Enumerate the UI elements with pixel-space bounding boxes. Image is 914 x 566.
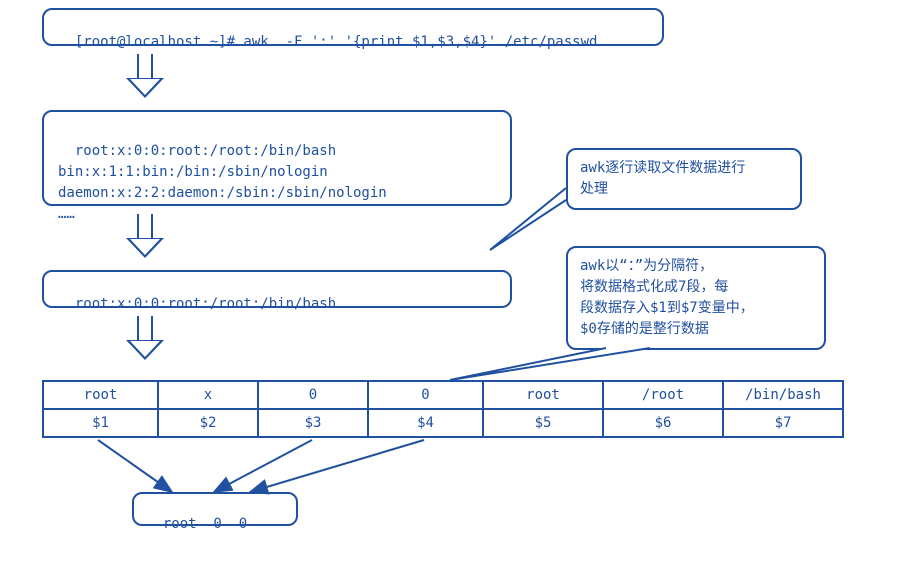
callout2-text: awk以“：”为分隔符， 将数据格式化成7段，每 段数据存入$1到$7变量中， … [580, 258, 754, 337]
table-row: $1 $2 $3 $4 $5 $6 $7 [43, 409, 843, 437]
fields-table: root x 0 0 root /root /bin/bash $1 $2 $3… [42, 380, 844, 438]
cell: root [43, 381, 158, 409]
cell: 0 [368, 381, 483, 409]
cell: $3 [258, 409, 368, 437]
result-text: root 0 0 [163, 516, 247, 532]
command-text: [root@localhost ~]# awk -F ':' '{print $… [75, 34, 598, 50]
file-content-text: root:x:0:0:root:/root:/bin/bash bin:x:1:… [58, 143, 387, 222]
callout1-text: awk逐行读取文件数据进行 处理 [580, 160, 745, 197]
cell: 0 [258, 381, 368, 409]
cell: $4 [368, 409, 483, 437]
cell: $2 [158, 409, 258, 437]
cell: root [483, 381, 603, 409]
cell: /bin/bash [723, 381, 843, 409]
single-line-box: root:x:0:0:root:/root:/bin/bash [42, 270, 512, 308]
cell: $7 [723, 409, 843, 437]
single-line-text: root:x:0:0:root:/root:/bin/bash [75, 296, 336, 312]
callout-field-separator: awk以“：”为分隔符， 将数据格式化成7段，每 段数据存入$1到$7变量中， … [566, 246, 826, 350]
table-row: root x 0 0 root /root /bin/bash [43, 381, 843, 409]
cell: $5 [483, 409, 603, 437]
arrow-icon [130, 316, 160, 360]
cell: $6 [603, 409, 723, 437]
callout-read-lines: awk逐行读取文件数据进行 处理 [566, 148, 802, 210]
command-box: [root@localhost ~]# awk -F ':' '{print $… [42, 8, 664, 46]
arrow-icon [130, 54, 160, 98]
cell: x [158, 381, 258, 409]
cell: /root [603, 381, 723, 409]
file-content-box: root:x:0:0:root:/root:/bin/bash bin:x:1:… [42, 110, 512, 206]
cell: $1 [43, 409, 158, 437]
result-box: root 0 0 [132, 492, 298, 526]
arrow-icon [130, 214, 160, 258]
